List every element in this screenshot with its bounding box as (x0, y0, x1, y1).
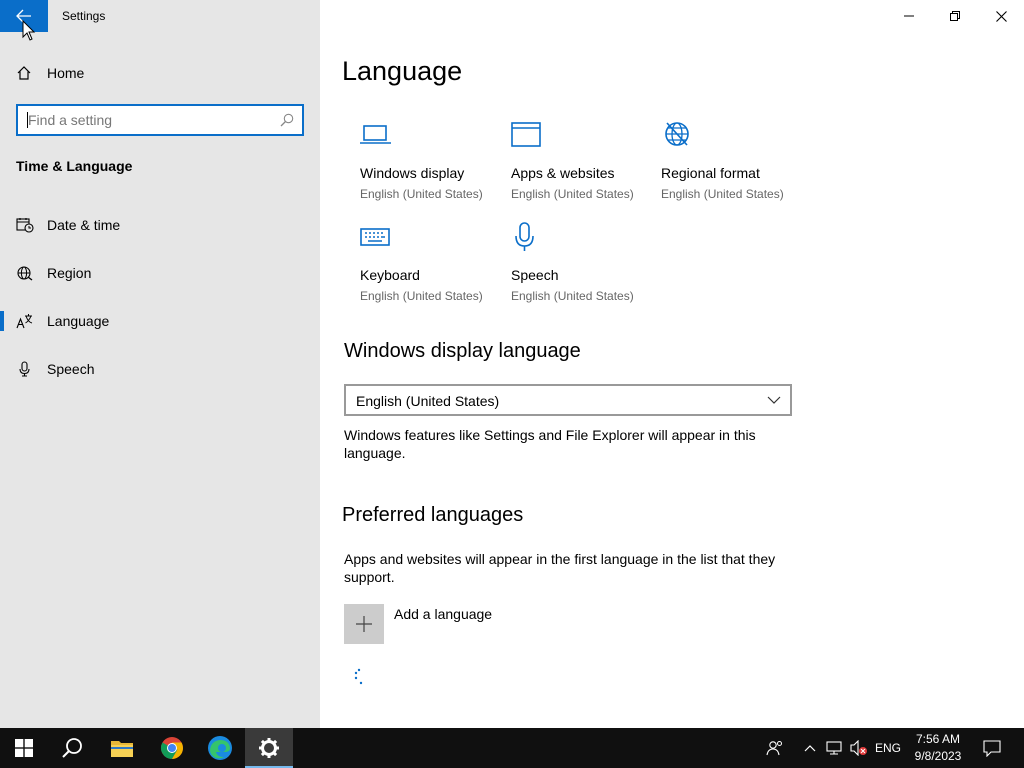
taskbar-search-button[interactable] (48, 728, 96, 768)
plus-icon (356, 616, 372, 632)
date-time-icon (16, 218, 34, 233)
tile-subtitle: English (United States) (511, 187, 634, 201)
tile-regional-format[interactable]: Regional format English (United States) (661, 120, 801, 201)
tile-name: Windows display (360, 165, 465, 181)
people-button[interactable] (762, 728, 788, 768)
microphone-icon (515, 222, 534, 251)
home-label: Home (47, 65, 85, 81)
loading-spinner-icon (354, 668, 363, 685)
tile-subtitle: English (United States) (360, 289, 483, 303)
sidebar-item-label: Date & time (47, 217, 121, 233)
section-title: Time & Language (16, 158, 133, 174)
action-center-button[interactable] (976, 728, 1008, 768)
tile-speech[interactable]: Speech English (United States) (511, 222, 651, 303)
search-box[interactable] (16, 104, 304, 136)
microphone-icon (19, 361, 30, 377)
tile-apps-websites[interactable]: Apps & websites English (United States) (511, 120, 651, 201)
clock[interactable]: 7:56 AM 9/8/2023 (908, 731, 968, 765)
tile-subtitle: English (United States) (661, 187, 784, 201)
file-explorer-icon (111, 741, 133, 757)
page-title: Language (342, 56, 463, 86)
search-icon (62, 738, 82, 758)
region-globe-icon (17, 266, 33, 281)
show-hidden-icons-button[interactable] (800, 728, 820, 768)
taskbar-file-explorer[interactable] (98, 728, 146, 768)
tile-name: Apps & websites (511, 165, 615, 181)
close-icon (995, 10, 1007, 22)
close-button[interactable] (978, 0, 1024, 32)
chevron-down-icon (767, 396, 781, 404)
tile-name: Regional format (661, 165, 760, 181)
app-title: Settings (62, 9, 106, 23)
sidebar-item-label: Speech (47, 361, 95, 377)
sidebar-item-region[interactable]: Region (0, 255, 320, 291)
start-button[interactable] (0, 728, 48, 768)
volume-button[interactable] (848, 728, 870, 768)
dropdown-value: English (United States) (356, 393, 500, 409)
minimize-button[interactable] (886, 0, 932, 32)
home-link[interactable]: Home (16, 62, 84, 84)
settings-gear-icon (259, 738, 279, 758)
language-icon (16, 314, 33, 329)
tile-subtitle: English (United States) (511, 289, 634, 303)
chevron-up-icon (804, 745, 816, 752)
taskbar: ENG 7:56 AM 9/8/2023 (0, 728, 1024, 768)
taskbar-edge[interactable] (196, 728, 244, 768)
sidebar-item-date-time[interactable]: Date & time (0, 207, 320, 243)
display-language-heading: Windows display language (344, 340, 581, 362)
input-language-indicator[interactable]: ENG (872, 728, 904, 768)
browser-window-icon (511, 122, 541, 147)
taskbar-settings[interactable] (245, 728, 293, 768)
display-language-dropdown[interactable]: English (United States) (344, 384, 792, 416)
search-icon[interactable] (280, 113, 294, 127)
search-input[interactable] (28, 111, 268, 129)
tile-name: Keyboard (360, 267, 420, 283)
text-caret (27, 112, 28, 128)
clock-time: 7:56 AM (915, 732, 961, 746)
sidebar-item-label: Region (47, 265, 92, 281)
add-language-button[interactable]: Add a language (344, 604, 492, 644)
volume-muted-icon (850, 740, 867, 756)
restore-button[interactable] (932, 0, 978, 32)
tile-name: Speech (511, 267, 559, 283)
chrome-icon (161, 737, 183, 759)
clock-date: 9/8/2023 (914, 749, 962, 763)
sidebar-item-speech[interactable]: Speech (0, 351, 320, 387)
tile-subtitle: English (United States) (360, 187, 483, 201)
edge-icon (208, 736, 232, 760)
network-icon (826, 741, 842, 755)
selection-indicator (0, 311, 4, 331)
preferred-languages-description: Apps and websites will appear in the fir… (344, 551, 776, 585)
globe-format-icon (665, 122, 689, 146)
people-icon (766, 741, 782, 756)
tile-windows-display[interactable]: Windows display English (United States) (360, 120, 500, 201)
notification-icon (983, 739, 1001, 757)
home-icon (17, 66, 31, 80)
display-language-description: Windows features like Settings and File … (344, 427, 756, 461)
plus-icon-box (344, 604, 384, 644)
monitor-icon (360, 125, 391, 144)
taskbar-chrome[interactable] (148, 728, 196, 768)
sidebar-item-language[interactable]: Language (0, 303, 320, 339)
start-icon (15, 739, 33, 757)
add-language-label: Add a language (394, 606, 493, 622)
mouse-cursor-icon (22, 20, 36, 41)
sidebar: Settings Home Time & Language Date & tim… (0, 0, 320, 728)
keyboard-icon (360, 228, 390, 246)
minimize-icon (904, 15, 914, 17)
network-button[interactable] (824, 728, 846, 768)
tile-keyboard[interactable]: Keyboard English (United States) (360, 222, 500, 303)
restore-icon (950, 11, 960, 21)
preferred-languages-heading: Preferred languages (342, 504, 524, 526)
sidebar-item-label: Language (47, 313, 110, 329)
